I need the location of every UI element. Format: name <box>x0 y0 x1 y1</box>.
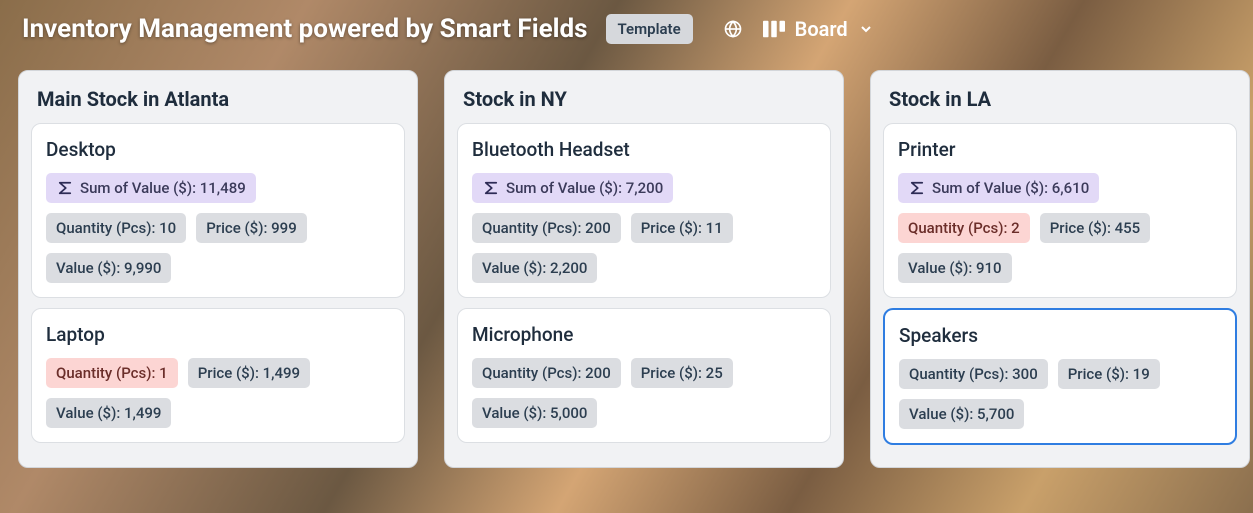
template-badge[interactable]: Template <box>606 14 693 44</box>
board-icon <box>763 20 785 38</box>
column-title: Stock in NY <box>457 87 831 123</box>
tag-row: Quantity (Pcs): 300 Price ($): 19 <box>899 359 1221 389</box>
card[interactable]: Microphone Quantity (Pcs): 200 Price ($): … <box>457 308 831 443</box>
sum-label: Sum of Value ($): 11,489 <box>80 179 246 197</box>
sum-tag: Sum of Value ($): 6,610 <box>898 173 1099 203</box>
tag-row: Value ($): 5,700 <box>899 399 1221 429</box>
value-tag: Value ($): 2,200 <box>472 253 597 283</box>
tag-row: Value ($): 9,990 <box>46 253 390 283</box>
value-tag: Value ($): 5,700 <box>899 399 1024 429</box>
price-tag: Price ($): 25 <box>631 358 733 388</box>
quantity-tag: Quantity (Pcs): 2 <box>898 213 1030 243</box>
card-title: Microphone <box>472 323 816 346</box>
tag-row: Value ($): 910 <box>898 253 1222 283</box>
header-icons: Board <box>723 17 874 41</box>
column-title: Stock in LA <box>883 87 1237 123</box>
quantity-tag: Quantity (Pcs): 10 <box>46 213 186 243</box>
board-columns: Main Stock in Atlanta Desktop Sum of Value… <box>0 58 1253 486</box>
value-tag: Value ($): 5,000 <box>472 398 597 428</box>
quantity-tag: Quantity (Pcs): 1 <box>46 358 178 388</box>
card[interactable]: Speakers Quantity (Pcs): 300 Price ($): 19… <box>883 308 1237 445</box>
page-title: Inventory Management powered by Smart Fi… <box>22 14 588 44</box>
sigma-icon <box>482 179 500 197</box>
tag-row: Quantity (Pcs): 10 Price ($): 999 <box>46 213 390 243</box>
tag-row: Value ($): 5,000 <box>472 398 816 428</box>
quantity-tag: Quantity (Pcs): 200 <box>472 358 621 388</box>
card-title: Bluetooth Headset <box>472 138 816 161</box>
tag-row: Quantity (Pcs): 1 Price ($): 1,499 <box>46 358 390 388</box>
value-tag: Value ($): 910 <box>898 253 1012 283</box>
sum-label: Sum of Value ($): 7,200 <box>506 179 663 197</box>
quantity-tag: Quantity (Pcs): 300 <box>899 359 1048 389</box>
header-bar: Inventory Management powered by Smart Fi… <box>0 0 1253 58</box>
tag-row: Sum of Value ($): 7,200 <box>472 173 816 203</box>
price-tag: Price ($): 11 <box>631 213 733 243</box>
view-label: Board <box>795 17 848 41</box>
card[interactable]: Printer Sum of Value ($): 6,610 Quantity (… <box>883 123 1237 298</box>
view-switcher[interactable]: Board <box>763 17 874 41</box>
column-title: Main Stock in Atlanta <box>31 87 405 123</box>
price-tag: Price ($): 1,499 <box>188 358 310 388</box>
tag-row: Value ($): 1,499 <box>46 398 390 428</box>
board-column: Stock in NY Bluetooth Headset Sum of Value… <box>444 70 844 468</box>
quantity-tag: Quantity (Pcs): 200 <box>472 213 621 243</box>
price-tag: Price ($): 19 <box>1058 359 1160 389</box>
card[interactable]: Desktop Sum of Value ($): 11,489 Quantity … <box>31 123 405 298</box>
card-title: Laptop <box>46 323 390 346</box>
tag-row: Sum of Value ($): 11,489 <box>46 173 390 203</box>
globe-icon[interactable] <box>723 19 743 39</box>
tag-row: Sum of Value ($): 6,610 <box>898 173 1222 203</box>
tag-row: Quantity (Pcs): 2 Price ($): 455 <box>898 213 1222 243</box>
tag-row: Value ($): 2,200 <box>472 253 816 283</box>
card[interactable]: Laptop Quantity (Pcs): 1 Price ($): 1,499 V… <box>31 308 405 443</box>
price-tag: Price ($): 999 <box>196 213 307 243</box>
value-tag: Value ($): 1,499 <box>46 398 171 428</box>
sum-label: Sum of Value ($): 6,610 <box>932 179 1089 197</box>
sigma-icon <box>908 179 926 197</box>
card[interactable]: Bluetooth Headset Sum of Value ($): 7,200… <box>457 123 831 298</box>
card-title: Desktop <box>46 138 390 161</box>
sigma-icon <box>56 179 74 197</box>
board-column: Main Stock in Atlanta Desktop Sum of Value… <box>18 70 418 468</box>
board-column: Stock in LA Printer Sum of Value ($): 6,61… <box>870 70 1250 468</box>
value-tag: Value ($): 9,990 <box>46 253 171 283</box>
sum-tag: Sum of Value ($): 11,489 <box>46 173 256 203</box>
tag-row: Quantity (Pcs): 200 Price ($): 11 <box>472 213 816 243</box>
tag-row: Quantity (Pcs): 200 Price ($): 25 <box>472 358 816 388</box>
chevron-down-icon <box>858 21 874 37</box>
card-title: Printer <box>898 138 1222 161</box>
sum-tag: Sum of Value ($): 7,200 <box>472 173 673 203</box>
card-title: Speakers <box>899 324 1221 347</box>
price-tag: Price ($): 455 <box>1040 213 1151 243</box>
